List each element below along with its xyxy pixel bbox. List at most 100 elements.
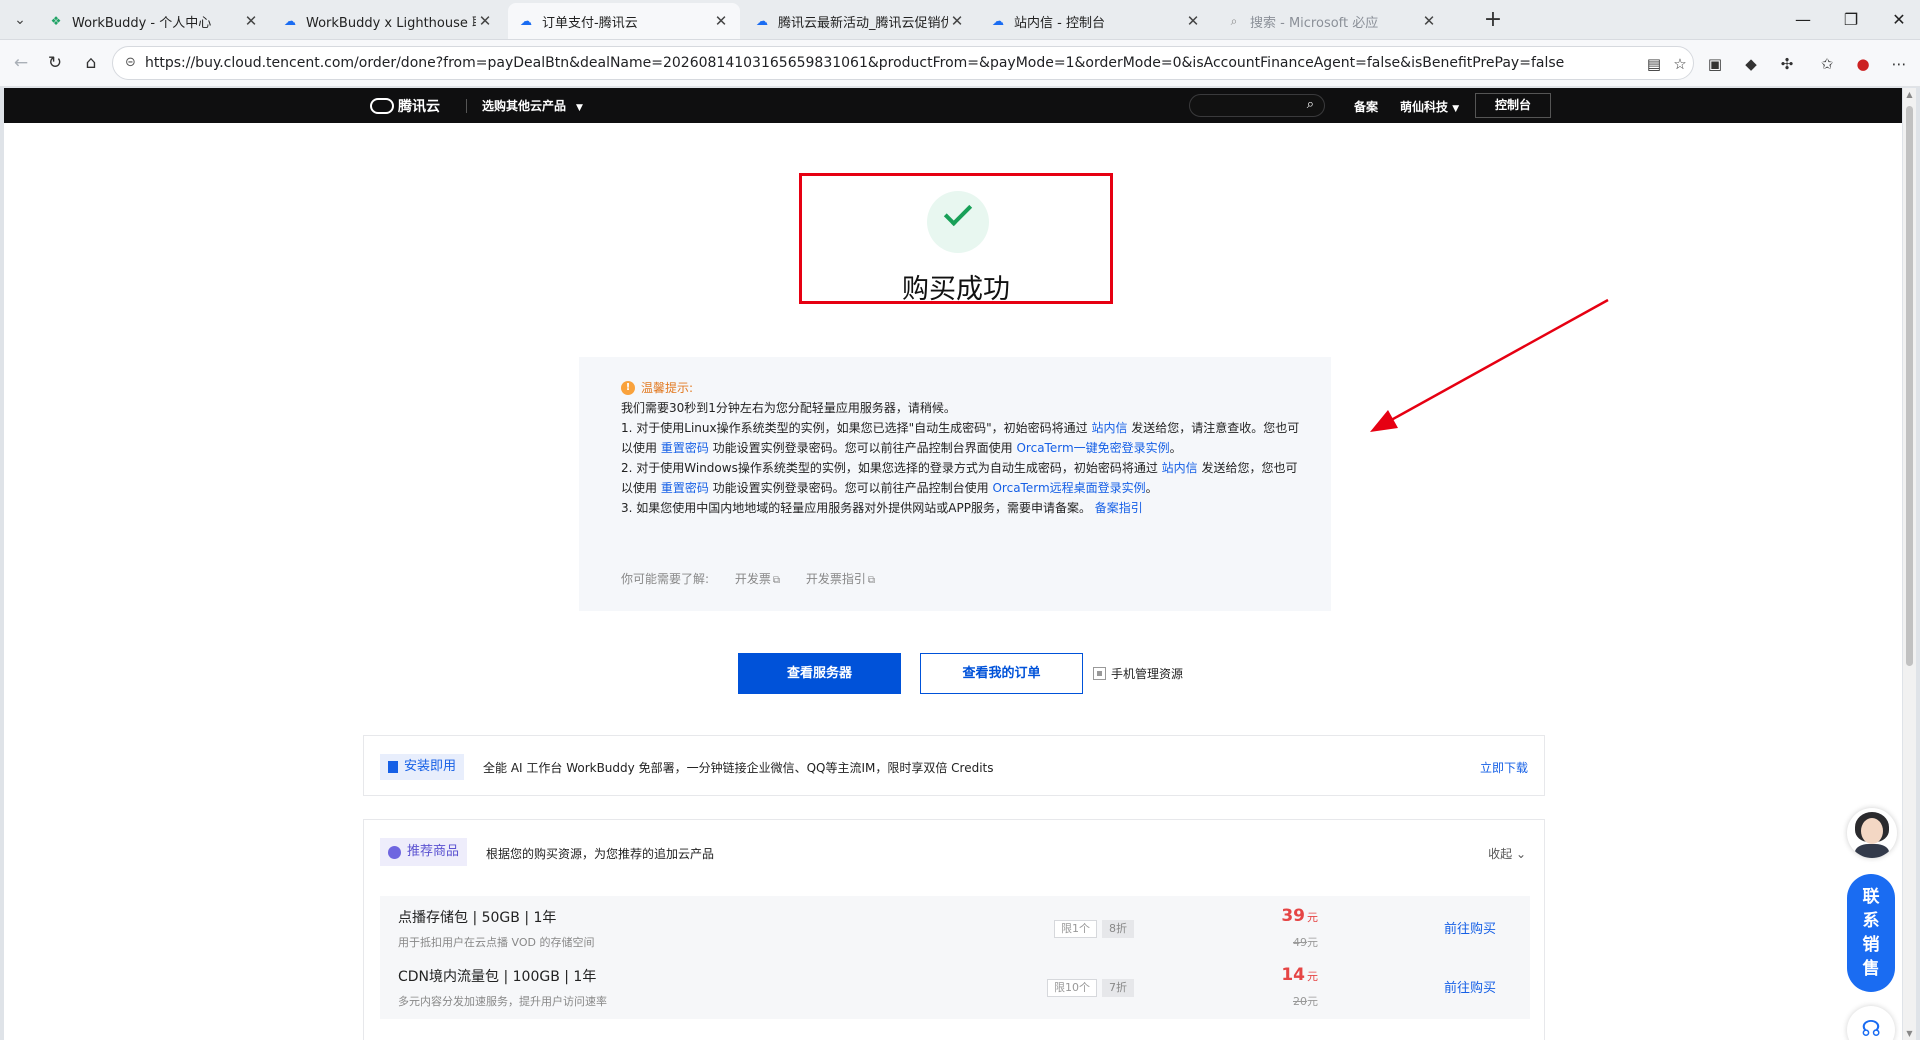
- view-orders-button[interactable]: 查看我的订单: [920, 653, 1083, 694]
- browser-tab[interactable]: ☁ 站内信 - 控制台 ✕: [980, 3, 1212, 39]
- annotation-arrow: [1370, 298, 1609, 432]
- address-url[interactable]: https://buy.cloud.tencent.com/order/done…: [145, 55, 1564, 71]
- tips-text: 。: [1145, 481, 1158, 495]
- back-icon[interactable]: ←: [8, 50, 34, 76]
- tips-text: 2. 对于使用Windows操作系统类型的实例，如果您选择的登录方式为自动生成密…: [621, 461, 1162, 475]
- browser-tab[interactable]: ☁ WorkBuddy x Lighthouse 联合解决✕: [272, 3, 504, 39]
- browser-tab[interactable]: ☁ 腾讯云最新活动_腾讯云促销优惠_(✕: [744, 3, 976, 39]
- mobile-manage-label: 手机管理资源: [1111, 667, 1184, 681]
- close-tab-icon[interactable]: ✕: [1420, 12, 1438, 30]
- price-value: 14: [1281, 965, 1305, 985]
- contact-sales-char: 销: [1862, 935, 1880, 955]
- buy-now-link[interactable]: 前往购买: [1444, 918, 1496, 937]
- restore-icon[interactable]: ❐: [1838, 7, 1864, 33]
- extensions-puzzle-icon[interactable]: ✣: [1776, 53, 1798, 75]
- collapse-label: 收起: [1488, 847, 1513, 861]
- header-search-input[interactable]: ⌕: [1189, 94, 1325, 117]
- tips-text: 功能设置实例登录密码。您可以前往产品控制台使用: [708, 481, 993, 495]
- close-tab-icon[interactable]: ✕: [242, 12, 260, 30]
- price-value: 39: [1281, 906, 1305, 926]
- collapse-toggle[interactable]: 收起 ⌄: [1488, 845, 1526, 862]
- tips-line: 1. 对于使用Linux操作系统类型的实例，如果您已选择"自动生成密码"，初始密…: [621, 419, 1299, 436]
- home-icon[interactable]: ⌂: [78, 50, 104, 76]
- recommended-products: 推荐商品 根据您的购买资源，为您推荐的追加云产品 收起 ⌄ 点播存储包 | 50…: [363, 819, 1545, 1040]
- profile-avatar-icon[interactable]: ●: [1852, 53, 1874, 75]
- products-menu[interactable]: 选购其他云产品 ▼: [482, 97, 583, 114]
- more-menu-icon[interactable]: ⋯: [1888, 53, 1910, 75]
- invoice-link[interactable]: 开发票 ⧉: [735, 572, 780, 586]
- chevron-down-icon: ⌄: [1515, 847, 1526, 861]
- tips-link[interactable]: 重置密码: [661, 481, 709, 495]
- reader-mode-icon[interactable]: ▤: [1643, 53, 1665, 75]
- caret-down-icon: ▼: [576, 103, 583, 113]
- tab-actions-menu-icon[interactable]: ⌄: [8, 8, 32, 32]
- recommend-tag: 推荐商品: [380, 838, 468, 866]
- scroll-up-icon[interactable]: ▲: [1905, 90, 1914, 99]
- tips-link[interactable]: 备案指引: [1095, 501, 1143, 515]
- original-price: 49元: [1238, 934, 1318, 950]
- download-now-link[interactable]: 立即下载: [1480, 759, 1528, 776]
- contact-sales-button[interactable]: 联系销售: [1847, 874, 1895, 992]
- tencent-cloud-logo[interactable]: 腾讯云: [370, 96, 440, 116]
- mobile-manage-link[interactable]: 手机管理资源: [1093, 665, 1183, 682]
- tips-link[interactable]: 站内信: [1091, 421, 1127, 435]
- header-divider: [466, 99, 467, 113]
- minimize-icon[interactable]: —: [1790, 7, 1816, 33]
- install-tag: 安装即用: [380, 754, 465, 780]
- close-tab-icon[interactable]: ✕: [948, 12, 966, 30]
- original-price-value: 49: [1293, 936, 1307, 949]
- product-price: 14 元: [1238, 965, 1318, 985]
- recommend-tag-label: 推荐商品: [407, 844, 460, 859]
- buy-now-link[interactable]: 前往购买: [1444, 977, 1496, 996]
- headset-support-icon[interactable]: ☊: [1847, 1006, 1895, 1040]
- product-name: 点播存储包 | 50GB | 1年: [398, 910, 557, 926]
- new-tab-button[interactable]: +: [1480, 8, 1506, 34]
- customer-service-avatar[interactable]: [1847, 808, 1897, 858]
- related-links-label: 你可能需要了解:: [621, 572, 710, 586]
- close-tab-icon[interactable]: ✕: [712, 12, 730, 30]
- scroll-down-icon[interactable]: ▼: [1905, 1029, 1914, 1038]
- tab-title: 搜索 - Microsoft 必应: [1250, 15, 1379, 31]
- account-menu[interactable]: 萌仙科技 ▼: [1400, 98, 1459, 115]
- tips-line: 以使用 重置密码 功能设置实例登录密码。您可以前往产品控制台界面使用 OrcaT…: [621, 439, 1182, 456]
- product-row: CDN境内流量包 | 100GB | 1年 多元内容分发加速服务，提升用户访问速率…: [380, 955, 1530, 1019]
- account-name: 萌仙科技: [1400, 100, 1449, 114]
- extension-tab-icon[interactable]: ▣: [1704, 53, 1726, 75]
- product-row: 点播存储包 | 50GB | 1年 用于抵扣用户在云点播 VOD 的存储空间 限1个…: [380, 896, 1530, 960]
- tips-link[interactable]: 站内信: [1162, 461, 1198, 475]
- contact-sales-char: 系: [1862, 911, 1880, 931]
- invoice-guide-link[interactable]: 开发票指引 ⧉: [806, 572, 875, 586]
- close-window-icon[interactable]: ✕: [1886, 7, 1912, 33]
- close-tab-icon[interactable]: ✕: [1184, 12, 1202, 30]
- extension-cat-icon[interactable]: ◆: [1740, 53, 1762, 75]
- console-button[interactable]: 控制台: [1475, 93, 1551, 118]
- site-info-icon[interactable]: ⊝: [125, 55, 141, 71]
- browser-toolbar: ← ↻ ⌂ ⊝ https://buy.cloud.tencent.com/or…: [0, 40, 1920, 87]
- tips-link[interactable]: OrcaTerm一键免密登录实例: [1016, 441, 1169, 455]
- view-servers-button[interactable]: 查看服务器: [738, 653, 901, 694]
- favorite-star-icon[interactable]: ☆: [1669, 53, 1691, 75]
- products-menu-label: 选购其他云产品: [482, 99, 567, 113]
- tips-line: 我们需要30秒到1分钟左右为您分配轻量应用服务器，请稍候。: [621, 399, 956, 416]
- original-price-unit: 元: [1307, 995, 1318, 1008]
- favorites-icon[interactable]: ✩: [1816, 53, 1838, 75]
- search-icon[interactable]: ⌕: [1307, 97, 1314, 112]
- tips-text: 功能设置实例登录密码。您可以前往产品控制台界面使用: [708, 441, 1017, 455]
- browser-tab[interactable]: ⌕ 搜索 - Microsoft 必应 ✕: [1216, 3, 1448, 39]
- tips-link[interactable]: 重置密码: [661, 441, 709, 455]
- close-tab-icon[interactable]: ✕: [476, 12, 494, 30]
- tencent-cloud-icon: ☁: [284, 14, 296, 28]
- scroll-thumb[interactable]: [1906, 106, 1913, 666]
- purchase-limit-badge: 限1个: [1054, 920, 1097, 938]
- browser-tab[interactable]: ☁ 订单支付-腾讯云 ✕: [508, 3, 740, 39]
- warning-icon: !: [621, 380, 635, 395]
- tips-line: 以使用 重置密码 功能设置实例登录密码。您可以前往产品控制台使用 OrcaTer…: [621, 479, 1158, 496]
- browser-tab[interactable]: ❖ WorkBuddy - 个人中心 ✕: [38, 3, 270, 39]
- page-scrollbar[interactable]: ▲ ▼: [1903, 88, 1916, 1040]
- beian-link[interactable]: 备案: [1354, 98, 1378, 115]
- address-bar[interactable]: ⊝ https://buy.cloud.tencent.com/order/do…: [112, 46, 1694, 80]
- reload-icon[interactable]: ↻: [42, 50, 68, 76]
- tips-heading: ! 温馨提示:: [621, 379, 693, 396]
- tips-text: 我们需要30秒到1分钟左右为您分配轻量应用服务器，请稍候。: [621, 401, 956, 415]
- tips-link[interactable]: OrcaTerm远程桌面登录实例: [992, 481, 1145, 495]
